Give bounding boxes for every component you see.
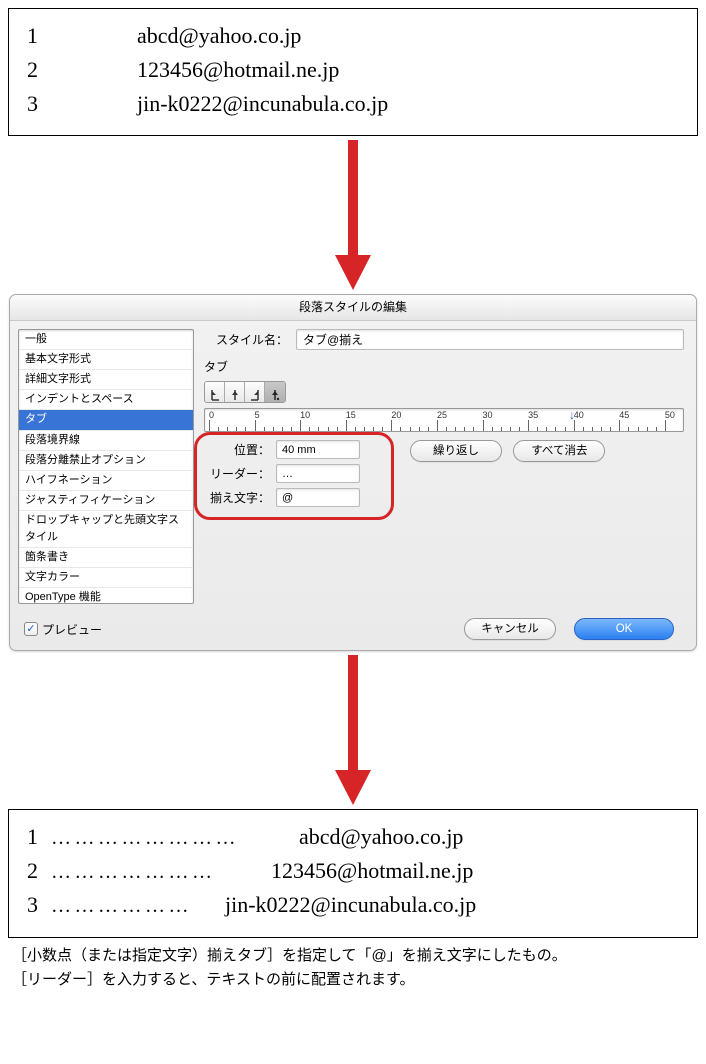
caption: ［小数点（または指定文字）揃えタブ］を指定して「@」を揃え文字にしたもの。 ［リ… [8,944,698,992]
ruler-tick-label: 45 [619,410,629,420]
tab-decimal-align-button[interactable] [265,382,285,402]
leader-dots: ………………… [51,857,271,888]
arrow-down-icon [8,140,698,290]
sample-num: 1 [27,19,137,53]
sample-text: 123456@hotmail.ne.jp [271,854,473,888]
sample-row: 3 ……………… jin-k0222@incunabula.co.jp [27,888,679,922]
leader-label: リーダー： [204,465,270,482]
cancel-button[interactable]: キャンセル [464,618,556,640]
sample-after-box: 1 …………………… abcd@yahoo.co.jp 2 ………………… 12… [8,809,698,937]
sample-num: 2 [27,53,137,87]
ruler-tick-label: 10 [300,410,310,420]
sample-text: 123456@hotmail.ne.jp [137,53,339,87]
sidebar-item[interactable]: インデントとスペース [19,390,193,410]
sidebar-item[interactable]: ハイフネーション [19,471,193,491]
ruler-tick-label: 30 [483,410,493,420]
sidebar-item[interactable]: ドロップキャップと先頭文字スタイル [19,511,193,548]
sidebar-item[interactable]: 詳細文字形式 [19,370,193,390]
style-name-input[interactable] [296,329,684,350]
sample-num: 2 [27,854,51,888]
sidebar-item[interactable]: 段落境界線 [19,431,193,451]
repeat-button[interactable]: 繰り返し [410,440,502,462]
ruler-tick-label: 50 [665,410,675,420]
style-name-label: スタイル名： [204,331,288,348]
leader-dots: ……………… [51,891,225,922]
sidebar-item[interactable]: 段落分離禁止オプション [19,451,193,471]
caption-line: ［小数点（または指定文字）揃えタブ］を指定して「@」を揃え文字にしたもの。 [12,944,694,968]
tab-ruler[interactable]: ↓ 05101520253035404550 [204,408,684,432]
sidebar-item[interactable]: 箇条書き [19,548,193,568]
sample-row: 1 abcd@yahoo.co.jp [27,19,679,53]
sample-text: abcd@yahoo.co.jp [137,19,301,53]
sidebar-item[interactable]: 基本文字形式 [19,350,193,370]
ruler-tick-label: 15 [346,410,356,420]
tab-left-align-button[interactable] [205,382,225,402]
leader-input[interactable] [276,464,360,483]
preview-label: プレビュー [42,621,102,638]
ruler-tick-label: 40 [574,410,584,420]
sidebar-item[interactable]: OpenType 機能 [19,588,193,604]
tab-align-buttons [204,381,286,403]
alignchar-label: 揃え文字： [204,489,270,506]
ok-button[interactable]: OK [574,618,674,640]
sample-text: abcd@yahoo.co.jp [299,820,463,854]
ruler-tick-label: 20 [391,410,401,420]
tab-center-align-button[interactable] [225,382,245,402]
clear-all-button[interactable]: すべて消去 [513,440,605,462]
sample-before-box: 1 abcd@yahoo.co.jp 2 123456@hotmail.ne.j… [8,8,698,136]
preview-checkbox[interactable]: ✓ プレビュー [24,621,102,638]
sample-row: 2 123456@hotmail.ne.jp [27,53,679,87]
sidebar-item[interactable]: タブ [19,410,193,430]
section-label: タブ [204,358,684,375]
caption-line: ［リーダー］を入力すると、テキストの前に配置されます。 [12,968,694,992]
ruler-tick-label: 25 [437,410,447,420]
position-input[interactable] [276,440,360,459]
sample-num: 3 [27,888,51,922]
dialog-title: 段落スタイルの編集 [10,295,696,321]
sidebar-item[interactable]: ジャスティフィケーション [19,491,193,511]
sample-num: 1 [27,820,51,854]
sample-text: jin-k0222@incunabula.co.jp [137,87,388,121]
tab-right-align-button[interactable] [245,382,265,402]
sample-row: 3 jin-k0222@incunabula.co.jp [27,87,679,121]
sidebar-item[interactable]: 文字カラー [19,568,193,588]
sample-text: jin-k0222@incunabula.co.jp [225,888,476,922]
paragraph-style-dialog: 段落スタイルの編集 一般基本文字形式詳細文字形式インデントとスペースタブ段落境界… [9,294,697,651]
category-sidebar[interactable]: 一般基本文字形式詳細文字形式インデントとスペースタブ段落境界線段落分離禁止オプシ… [18,329,194,604]
sample-row: 1 …………………… abcd@yahoo.co.jp [27,820,679,854]
sample-row: 2 ………………… 123456@hotmail.ne.jp [27,854,679,888]
ruler-tick-label: 0 [209,410,214,420]
alignchar-input[interactable] [276,488,360,507]
check-icon: ✓ [24,622,38,636]
sidebar-item[interactable]: 一般 [19,330,193,350]
arrow-down-icon [8,655,698,805]
ruler-tick-label: 35 [528,410,538,420]
sample-num: 3 [27,87,137,121]
position-label: 位置： [204,441,270,458]
ruler-tick-label: 5 [255,410,260,420]
leader-dots: …………………… [51,823,299,854]
